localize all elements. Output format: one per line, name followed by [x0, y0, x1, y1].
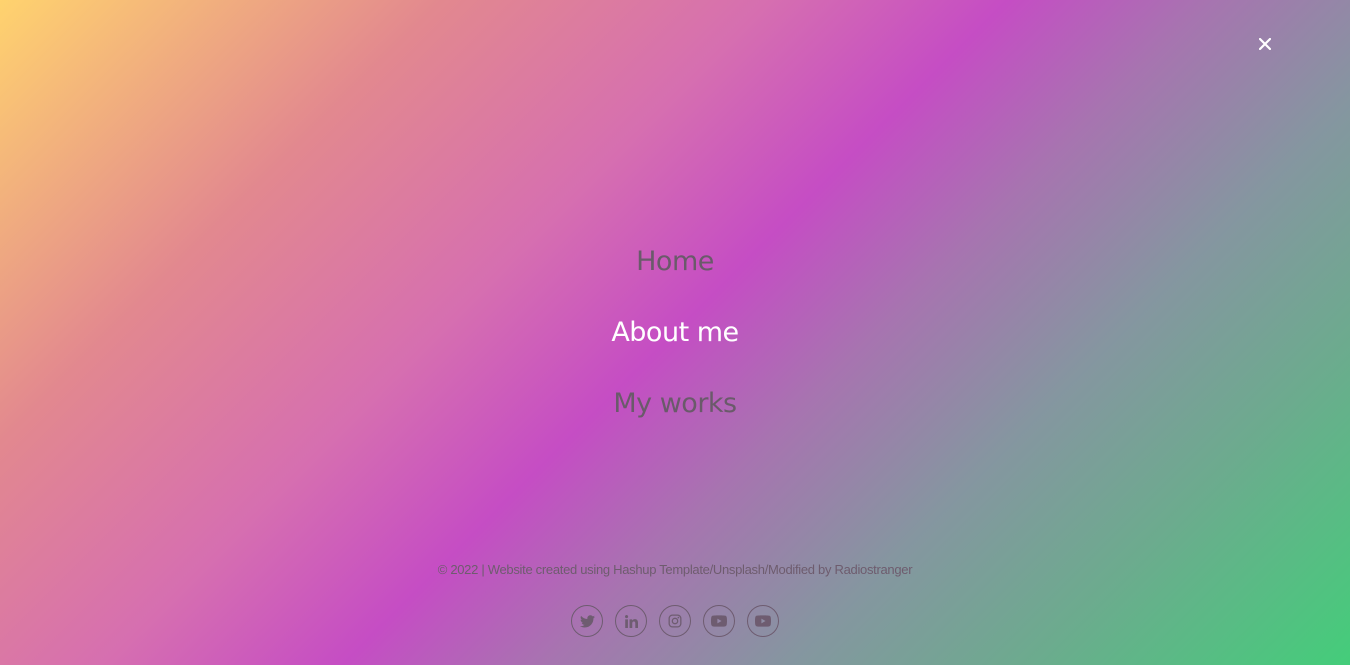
- close-icon: [1259, 38, 1271, 50]
- linkedin-link[interactable]: [615, 605, 647, 637]
- close-menu-button[interactable]: [1250, 29, 1280, 59]
- main-menu: Home About me My works: [0, 240, 1350, 453]
- twitter-link[interactable]: [571, 605, 603, 637]
- instagram-icon: [668, 614, 682, 628]
- youtube-icon: [755, 615, 771, 627]
- instagram-link[interactable]: [659, 605, 691, 637]
- menu-item-about-me[interactable]: About me: [575, 311, 775, 382]
- copyright-text: © 2022 | Website created using Hashup Te…: [437, 562, 913, 577]
- youtube-link[interactable]: [703, 605, 735, 637]
- linkedin-icon: [624, 614, 638, 628]
- twitter-icon: [579, 614, 595, 627]
- youtube-icon: [711, 615, 727, 627]
- menu-item-my-works[interactable]: My works: [575, 382, 775, 453]
- youtube-link-2[interactable]: [747, 605, 779, 637]
- social-links: [0, 605, 1350, 637]
- menu-item-home[interactable]: Home: [575, 240, 775, 311]
